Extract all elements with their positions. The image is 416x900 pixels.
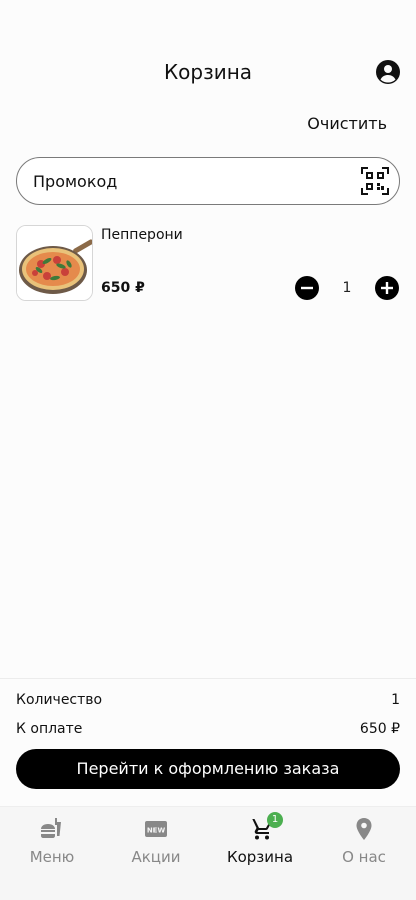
promo-field xyxy=(16,157,400,205)
decrease-quantity-button[interactable] xyxy=(295,276,319,300)
count-row: Количество 1 xyxy=(16,692,400,708)
tab-label: О нас xyxy=(342,848,386,866)
account-circle-icon[interactable] xyxy=(376,60,400,84)
total-value: 650 ₽ xyxy=(359,721,400,737)
total-label: К оплате xyxy=(16,721,83,737)
tab-menu[interactable]: Меню xyxy=(0,815,104,871)
header: Корзина xyxy=(0,0,416,110)
item-price: 650 ₽ xyxy=(101,280,145,296)
increase-quantity-button[interactable] xyxy=(375,276,399,300)
new-icon: NEW xyxy=(145,821,167,837)
cart-item: Пепперони 650 ₽ 1 xyxy=(16,225,400,301)
clear-cart-button[interactable]: Очистить xyxy=(307,114,387,133)
total-row: К оплате 650 ₽ xyxy=(16,721,400,737)
tab-cart[interactable]: 1 Корзина xyxy=(208,812,312,871)
qr-code-icon[interactable] xyxy=(361,167,389,195)
tab-label: Корзина xyxy=(226,848,294,866)
tab-label: Меню xyxy=(29,848,75,866)
count-label: Количество xyxy=(16,692,103,708)
quantity-value: 1 xyxy=(342,280,352,296)
item-name: Пепперони xyxy=(101,227,183,243)
tab-about[interactable]: О нас xyxy=(312,815,416,871)
tab-promotions[interactable]: NEW Акции xyxy=(104,815,208,871)
count-value: 1 xyxy=(391,692,400,708)
svg-text:NEW: NEW xyxy=(147,827,166,835)
tab-label: Акции xyxy=(131,848,181,866)
bottom-tab-bar: Меню NEW Акции 1 Корзина О нас xyxy=(0,806,416,900)
cart-count-badge: 1 xyxy=(267,812,283,828)
location-pin-icon xyxy=(356,818,372,840)
promo-input[interactable] xyxy=(33,158,353,204)
checkout-button[interactable]: Перейти к оформлению заказа xyxy=(16,749,400,789)
page-title: Корзина xyxy=(163,60,253,84)
fastfood-icon xyxy=(41,818,61,838)
pizza-image xyxy=(16,225,93,301)
